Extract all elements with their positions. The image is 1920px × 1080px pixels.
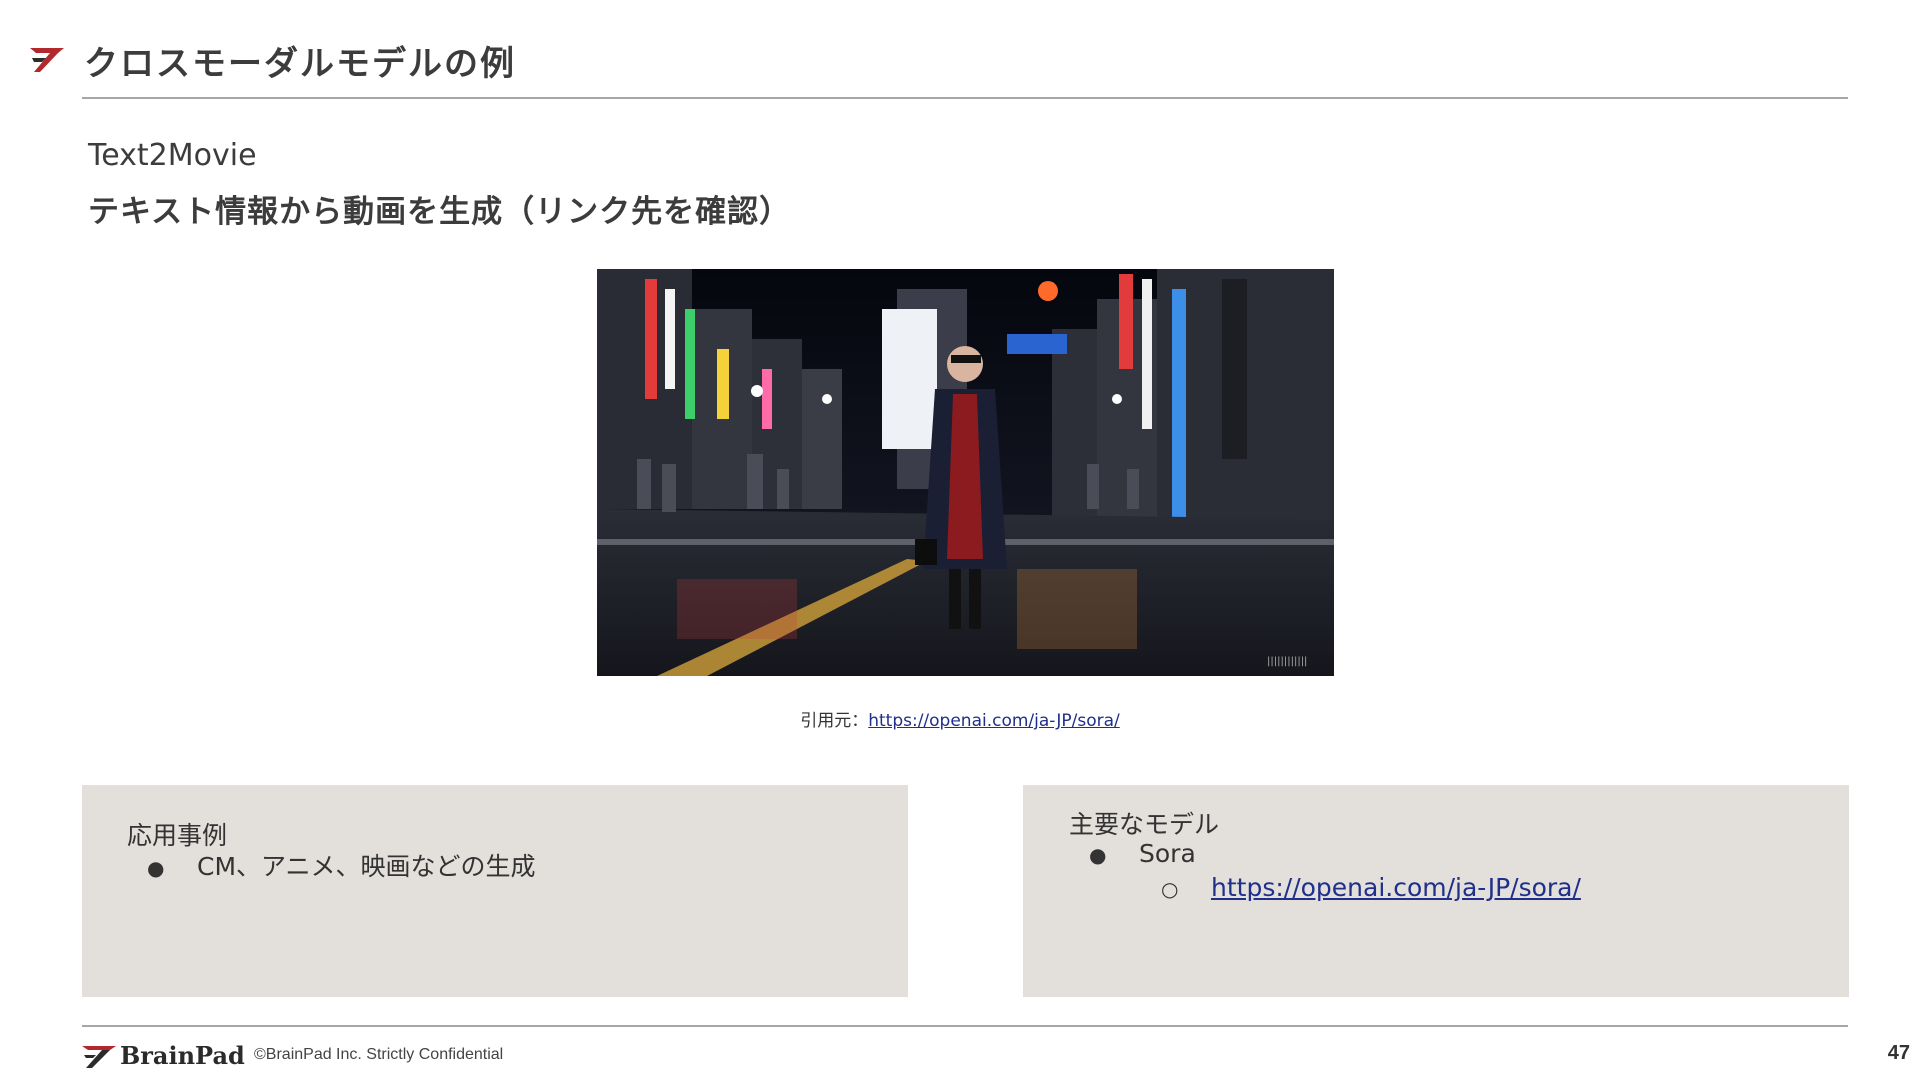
sub-bullet-icon: ○: [1161, 877, 1179, 901]
brainpad-logo: BrainPad: [80, 1038, 245, 1070]
model-name: Sora: [1139, 839, 1196, 868]
main-models-panel: 主要なモデル ● Sora ○ https://openai.com/ja-JP/s…: [1023, 785, 1849, 997]
bullet-icon: ●: [147, 856, 165, 880]
list-item-label: CM、アニメ、映画などの生成: [197, 852, 536, 881]
page-title: クロスモーダルモデルの例: [84, 44, 516, 84]
main-models-heading: 主要なモデル: [1069, 810, 1220, 839]
svg-text:||||||||||||: ||||||||||||: [1267, 656, 1307, 667]
title-divider: [82, 97, 1848, 99]
sub-list-item: ○ https://openai.com/ja-JP/sora/: [1161, 873, 1581, 902]
list-item: ● CM、アニメ、映画などの生成: [147, 847, 536, 883]
footer-copyright: ©BrainPad Inc. Strictly Confidential: [254, 1046, 504, 1063]
use-cases-panel: 応用事例 ● CM、アニメ、映画などの生成: [82, 785, 908, 997]
bullet-icon: ●: [1089, 843, 1107, 867]
image-caption: 引用元：https://openai.com/ja-JP/sora/: [0, 706, 1920, 731]
svg-text:BrainPad: BrainPad: [120, 1041, 245, 1070]
list-item: ● Sora: [1089, 839, 1196, 868]
city-night-street-image: ||||||||||||: [597, 269, 1334, 676]
page-number: 47: [1887, 1042, 1910, 1064]
footer-divider: [82, 1025, 1848, 1027]
section-subtitle: Text2Movie: [88, 138, 257, 173]
section-description: テキスト情報から動画を生成（リンク先を確認）: [88, 194, 792, 230]
caption-prefix: 引用元：: [800, 711, 869, 731]
brand-mark-icon: [28, 44, 68, 74]
caption-source-link[interactable]: https://openai.com/ja-JP/sora/: [868, 711, 1120, 731]
model-link[interactable]: https://openai.com/ja-JP/sora/: [1211, 873, 1581, 902]
